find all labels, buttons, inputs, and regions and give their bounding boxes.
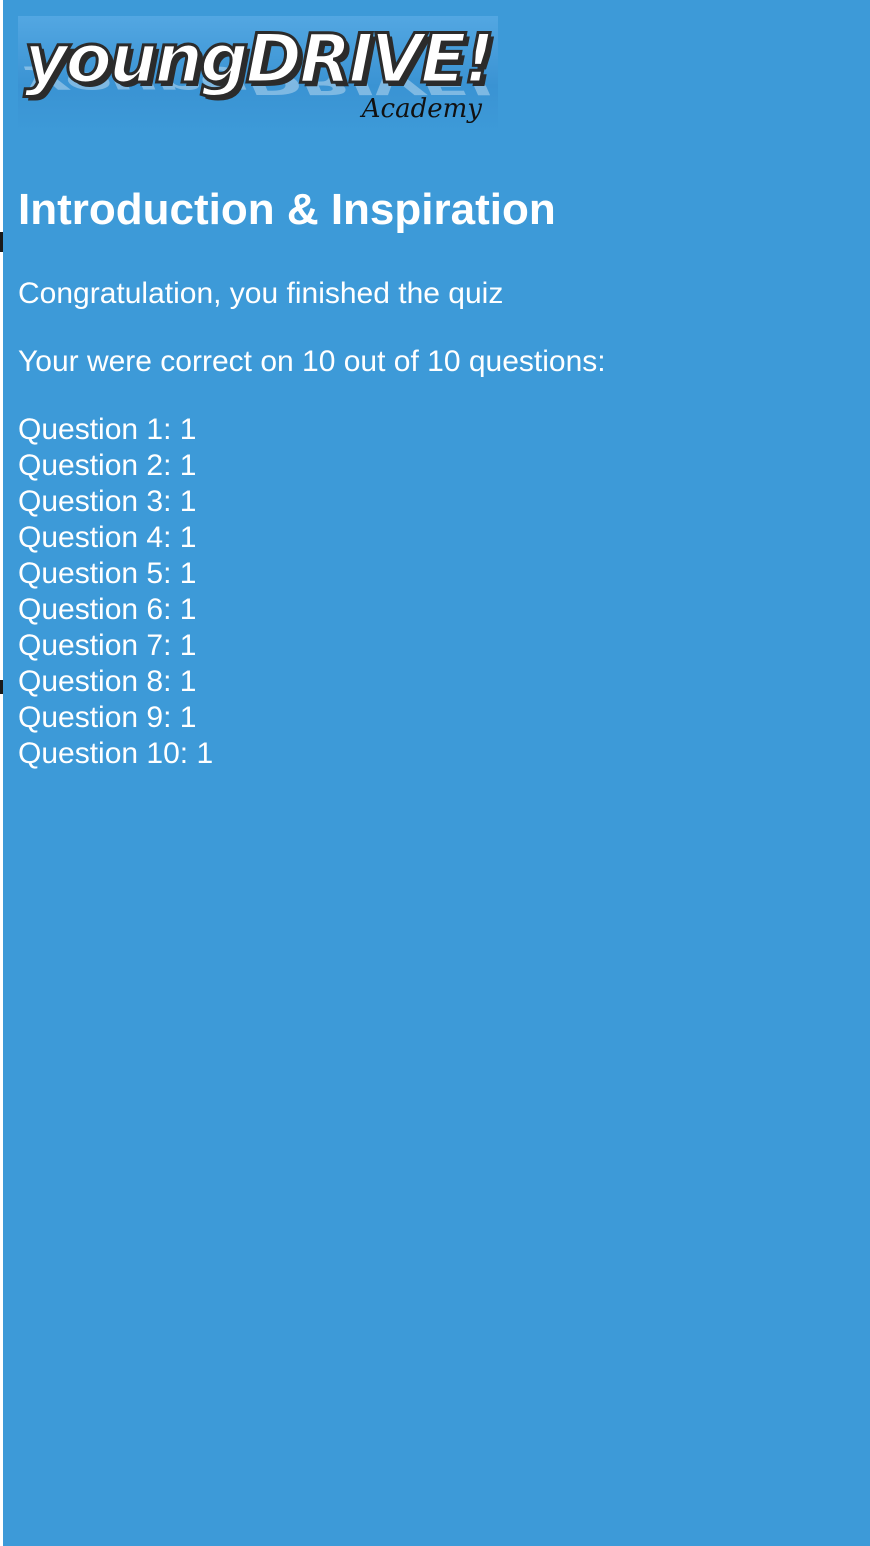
question-score: 1	[196, 737, 214, 771]
question-results-list: Question 1: 1 Question 2: 1 Question 3: …	[18, 412, 858, 772]
question-result: Question 4: 1	[18, 520, 858, 556]
question-label: Question 2:	[18, 449, 172, 483]
question-score: 1	[179, 449, 197, 483]
question-result: Question 10: 1	[18, 736, 858, 772]
edge-mark	[0, 232, 3, 252]
question-result: Question 8: 1	[18, 664, 858, 700]
question-label: Question 10:	[18, 737, 189, 771]
question-score: 1	[179, 629, 197, 663]
question-label: Question 3:	[18, 485, 172, 519]
score-summary: Your were correct on 10 out of 10 questi…	[18, 345, 606, 379]
question-label: Question 5:	[18, 557, 172, 591]
question-label: Question 4:	[18, 521, 172, 555]
question-score: 1	[179, 413, 197, 447]
question-result: Question 7: 1	[18, 628, 858, 664]
question-result: Question 9: 1	[18, 700, 858, 736]
youngdrive-logo: youngDRIVE! youngDRIVE! Academy	[18, 16, 498, 132]
question-label: Question 1:	[18, 413, 172, 447]
question-score: 1	[179, 521, 197, 555]
question-score: 1	[179, 557, 197, 591]
page-title: Introduction & Inspiration	[18, 185, 556, 234]
question-score: 1	[179, 701, 197, 735]
logo-wordmark: youngDRIVE!	[23, 20, 497, 99]
quiz-result-page: youngDRIVE! youngDRIVE! Academy Introduc…	[18, 16, 858, 772]
question-result: Question 2: 1	[18, 448, 858, 484]
completion-message: Congratulation, you finished the quiz	[18, 277, 504, 311]
question-result: Question 6: 1	[18, 592, 858, 628]
question-label: Question 6:	[18, 593, 172, 627]
question-result: Question 5: 1	[18, 556, 858, 592]
question-score: 1	[179, 485, 197, 519]
question-score: 1	[179, 665, 197, 699]
question-score: 1	[179, 593, 197, 627]
edge-mark	[0, 680, 3, 694]
question-result: Question 3: 1	[18, 484, 858, 520]
logo-subtitle: Academy	[361, 94, 482, 124]
question-label: Question 9:	[18, 701, 172, 735]
question-result: Question 1: 1	[18, 412, 858, 448]
question-label: Question 8:	[18, 665, 172, 699]
question-label: Question 7:	[18, 629, 172, 663]
